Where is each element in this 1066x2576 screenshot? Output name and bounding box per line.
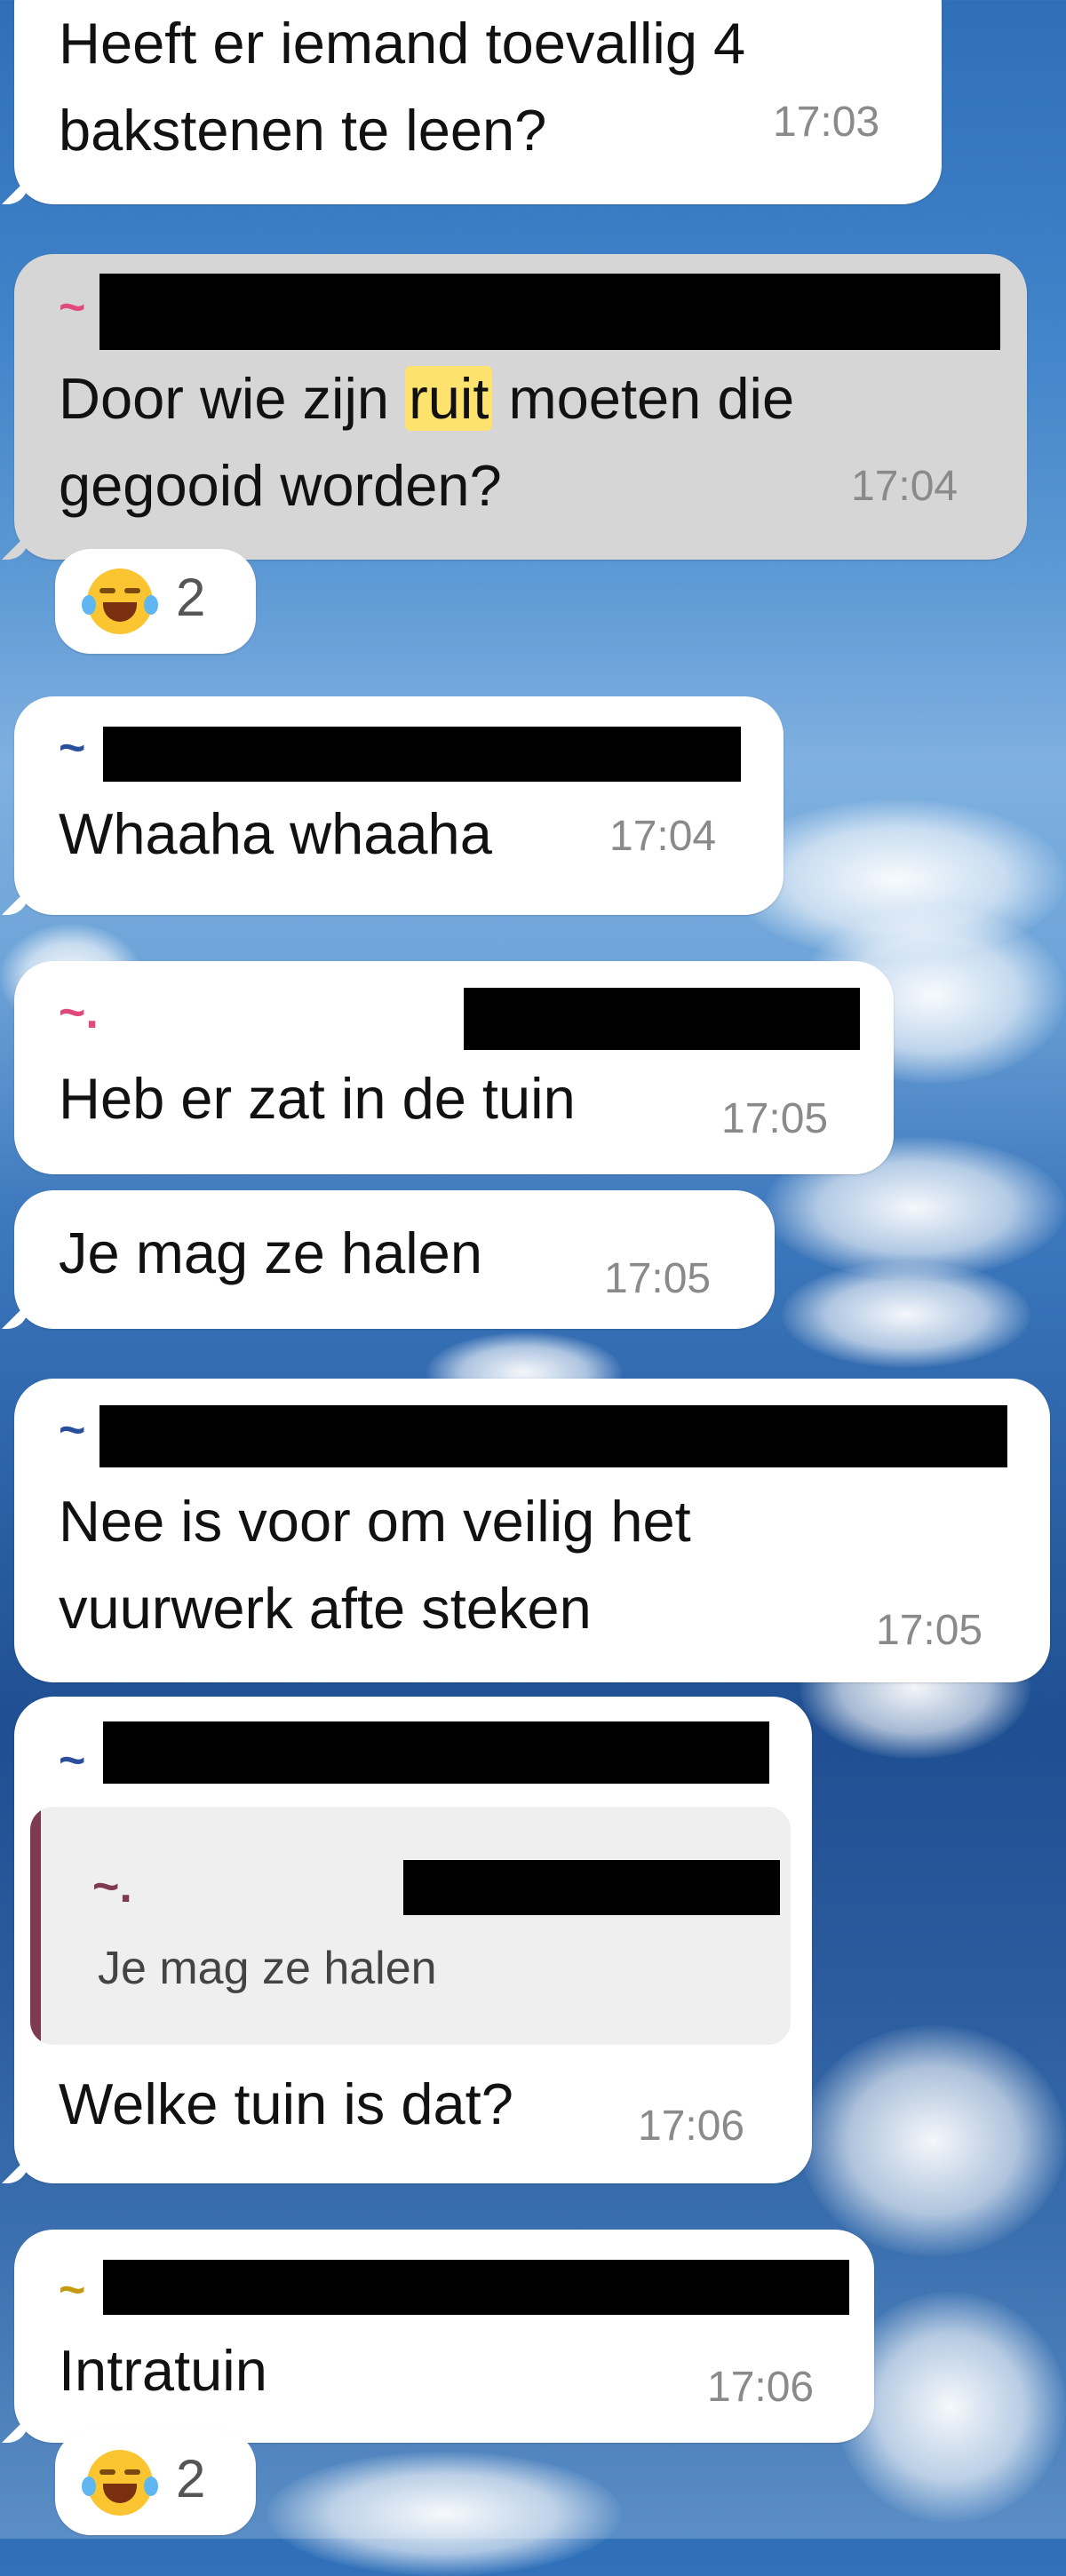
redacted-sender <box>99 274 1000 350</box>
message-text: Door wie zijn ruit moeten die gegooid wo… <box>59 355 794 529</box>
message-time: 17:05 <box>721 1095 829 1142</box>
message-bubble[interactable]: ~ ~. Je mag ze halen Welke tuin is dat? … <box>14 1697 812 2183</box>
message-text: Intratuin <box>59 2338 267 2403</box>
redacted-sender <box>403 1860 780 1915</box>
search-highlight: ruit <box>405 366 493 431</box>
message-time: 17:06 <box>638 2103 745 2150</box>
redacted-sender <box>464 988 860 1050</box>
message-bubble[interactable]: Je mag ze halen 17:05 <box>14 1190 775 1329</box>
message-text: Je mag ze halen <box>59 1220 482 1285</box>
face-with-tears-of-joy-icon <box>82 568 158 634</box>
message-time: 17:05 <box>876 1607 983 1654</box>
message-bubble[interactable]: ~. Heb er zat in de tuin 17:05 <box>14 961 894 1174</box>
sender-name: ~ <box>59 1404 86 1456</box>
quote-bar <box>30 1807 41 2045</box>
quoted-sender-name: ~. <box>92 1861 132 1912</box>
message-text: Nee is voor om veilig het vuurwerk afte … <box>59 1489 691 1641</box>
message-time: 17:04 <box>609 813 717 860</box>
message-text: Heeft er iemand toevallig 4 bakstenen te… <box>59 11 746 163</box>
message-bubble[interactable]: ~ Whaaha whaaha 17:04 <box>14 696 784 915</box>
reaction-pill[interactable]: 2 <box>55 549 256 654</box>
sender-name: ~ <box>59 722 86 774</box>
sender-name: ~ <box>59 1735 86 1786</box>
redacted-sender <box>103 727 741 782</box>
message-text-part: Door wie zijn <box>59 366 406 431</box>
message-bubble[interactable]: Heeft er iemand toevallig 4 bakstenen te… <box>14 0 942 204</box>
message-time: 17:04 <box>851 463 959 510</box>
message-text: Welke tuin is dat? <box>59 2071 513 2136</box>
redacted-sender <box>99 1405 1007 1467</box>
face-with-tears-of-joy-icon <box>82 2450 158 2516</box>
sender-name: ~ <box>59 282 86 333</box>
redacted-sender <box>103 2260 849 2315</box>
reaction-count: 2 <box>176 2449 206 2508</box>
message-time: 17:03 <box>773 99 880 146</box>
message-time: 17:06 <box>707 2364 815 2411</box>
quoted-reply[interactable]: ~. Je mag ze halen <box>30 1807 791 2045</box>
message-bubble[interactable]: ~ Door wie zijn ruit moeten die gegooid … <box>14 254 1027 560</box>
cloud <box>266 2452 622 2576</box>
message-bubble[interactable]: ~ Nee is voor om veilig het vuurwerk aft… <box>14 1379 1050 1682</box>
sender-name: ~. <box>59 987 99 1038</box>
redacted-sender <box>103 1721 769 1784</box>
sender-name: ~ <box>59 2264 86 2316</box>
cloud <box>800 2025 1066 2256</box>
cloud <box>782 1261 1030 1368</box>
reaction-count: 2 <box>176 568 206 627</box>
reaction-pill[interactable]: 2 <box>55 2430 256 2535</box>
message-text: Whaaha whaaha <box>59 801 492 866</box>
message-bubble[interactable]: ~ Intratuin 17:06 <box>14 2230 874 2443</box>
message-time: 17:05 <box>604 1255 712 1302</box>
message-text: Heb er zat in de tuin <box>59 1066 576 1131</box>
quoted-text: Je mag ze halen <box>98 1943 437 1994</box>
